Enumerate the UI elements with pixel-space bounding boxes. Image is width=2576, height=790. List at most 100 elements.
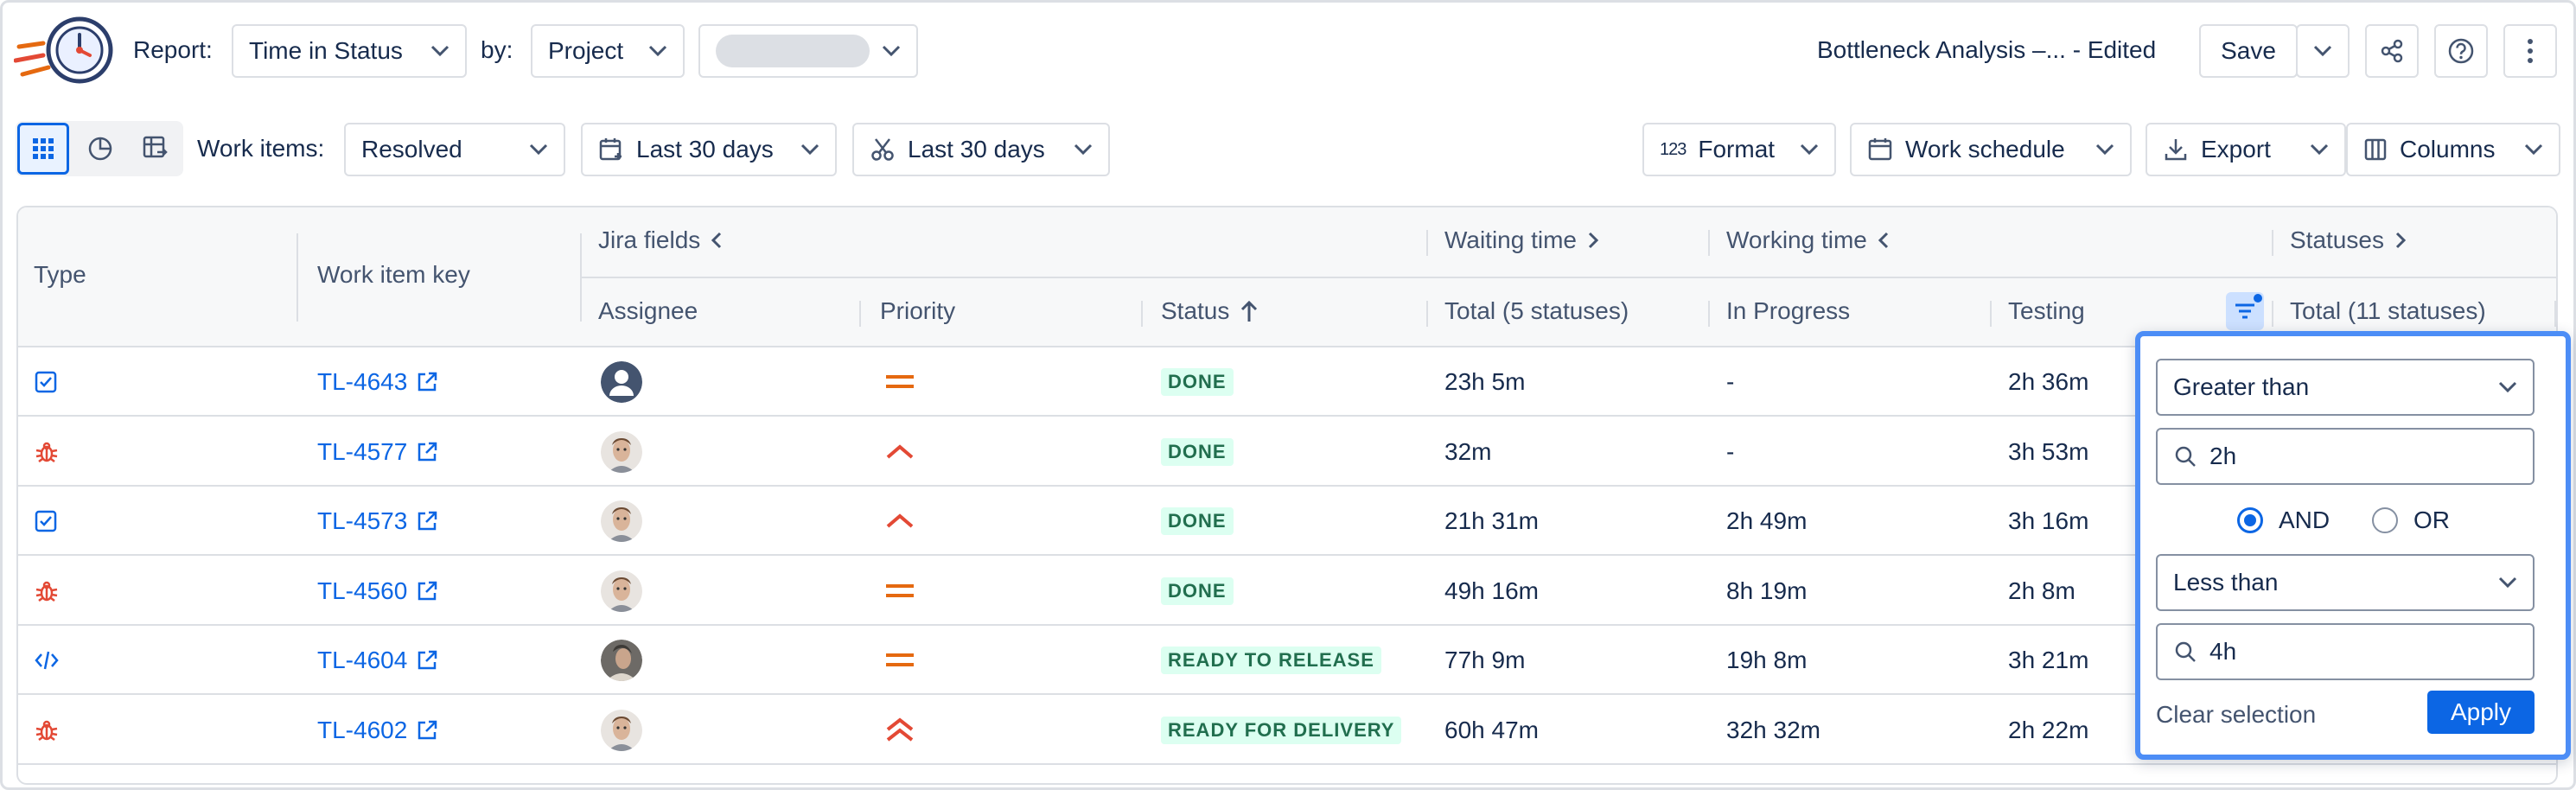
work-items-dropdown[interactable]: Resolved xyxy=(344,123,565,176)
chevron-right-icon xyxy=(1587,231,1599,250)
work-item-key: TL-4643 xyxy=(317,368,408,395)
status-badge: DONE xyxy=(1161,557,1234,626)
value-1-input[interactable]: 2h xyxy=(2156,428,2535,485)
or-radio[interactable]: OR xyxy=(2372,506,2450,534)
download-icon xyxy=(2163,137,2189,162)
bug-icon xyxy=(34,417,60,487)
priority-medium-icon xyxy=(884,557,915,626)
value-2-input[interactable]: 4h xyxy=(2156,623,2535,680)
columns-button[interactable]: Columns xyxy=(2346,123,2560,176)
column-header-key[interactable]: Work item key xyxy=(317,261,470,289)
testing-cell: 3h 53m xyxy=(2008,437,2089,465)
export-button[interactable]: Export xyxy=(2146,123,2346,176)
more-actions-button[interactable] xyxy=(2503,24,2557,78)
column-header-waiting-total[interactable]: Total (5 statuses) xyxy=(1444,297,1629,325)
group-header-working-time[interactable]: Working time xyxy=(1726,226,1890,254)
chevron-down-icon xyxy=(800,143,819,156)
assignee-avatar[interactable] xyxy=(601,347,642,417)
chevron-down-icon xyxy=(648,45,667,57)
bug-icon xyxy=(34,696,60,765)
column-header-label: Total (11 statuses) xyxy=(2290,297,2486,324)
help-button[interactable] xyxy=(2434,24,2488,78)
work-item-key: TL-4577 xyxy=(317,437,408,465)
column-divider xyxy=(2272,230,2273,256)
resolved-date-range-dropdown[interactable]: Last 30 days xyxy=(852,123,1110,176)
active-filter-dot xyxy=(2254,294,2262,303)
sort-ascending-icon xyxy=(1240,299,1259,323)
chevron-down-icon xyxy=(1074,143,1093,156)
assignee-avatar[interactable] xyxy=(601,696,642,765)
column-header-status[interactable]: Status xyxy=(1161,297,1259,325)
save-button[interactable]: Save xyxy=(2199,24,2298,78)
priority-high-icon xyxy=(884,417,915,487)
format-button[interactable]: 123 Format xyxy=(1642,123,1836,176)
work-item-key-link[interactable]: TL-4577 xyxy=(317,417,438,487)
grid-icon xyxy=(31,137,55,161)
created-date-range-dropdown[interactable]: Last 30 days xyxy=(581,123,837,176)
column-header-in-progress[interactable]: In Progress xyxy=(1726,297,1850,325)
search-icon xyxy=(2173,640,2197,664)
column-header-statuses-total[interactable]: Total (11 statuses) xyxy=(2290,297,2486,325)
work-item-key-link[interactable]: TL-4560 xyxy=(317,557,438,626)
pivot-view-button[interactable] xyxy=(130,123,182,175)
avatar xyxy=(601,709,642,751)
assignee-avatar[interactable] xyxy=(601,626,642,695)
condition-1-select[interactable]: Greater than xyxy=(2156,359,2535,416)
group-header-jira-fields[interactable]: Jira fields xyxy=(598,226,723,254)
share-button[interactable] xyxy=(2365,24,2419,78)
resolved-range-value: Last 30 days xyxy=(908,136,1045,162)
save-label: Save xyxy=(2221,37,2276,64)
assignee-avatar[interactable] xyxy=(601,487,642,556)
group-header-waiting-time[interactable]: Waiting time xyxy=(1444,226,1599,254)
and-radio[interactable]: AND xyxy=(2237,506,2330,534)
testing-cell: 2h 8m xyxy=(2008,577,2075,604)
assignee-avatar[interactable] xyxy=(601,417,642,487)
chevron-down-icon xyxy=(2313,45,2332,57)
chart-view-button[interactable] xyxy=(74,123,126,175)
avatar xyxy=(601,570,642,612)
assignee-avatar[interactable] xyxy=(601,557,642,626)
column-header-label: In Progress xyxy=(1726,297,1851,324)
column-header-priority[interactable]: Priority xyxy=(880,297,955,325)
status-badge: DONE xyxy=(1161,347,1234,417)
column-filter-button[interactable] xyxy=(2226,292,2264,330)
work-schedule-button[interactable]: Work schedule xyxy=(1850,123,2132,176)
column-header-assignee[interactable]: Assignee xyxy=(598,297,698,325)
work-items-label: Work items: xyxy=(197,135,325,162)
group-by-dropdown[interactable]: Project xyxy=(531,24,685,78)
work-item-key-link[interactable]: TL-4643 xyxy=(317,347,438,417)
waiting-total-cell: 77h 9m xyxy=(1444,647,1526,673)
column-divider xyxy=(1426,301,1428,327)
pie-chart-icon xyxy=(87,136,113,162)
condition-1-value: Greater than xyxy=(2173,373,2310,400)
value-1-text: 2h xyxy=(2209,443,2237,469)
report-type-dropdown[interactable]: Time in Status xyxy=(232,24,467,78)
column-filter-popup: Greater than 2h AND OR Less than 4h Clea… xyxy=(2135,331,2571,760)
column-header-label: Priority xyxy=(880,297,956,324)
chevron-down-icon xyxy=(529,143,548,156)
in-progress-cell: 19h 8m xyxy=(1726,647,1808,673)
chevron-left-icon xyxy=(1878,231,1890,250)
group-header-statuses[interactable]: Statuses xyxy=(2290,226,2407,254)
apply-button[interactable]: Apply xyxy=(2427,691,2535,734)
condition-2-select[interactable]: Less than xyxy=(2156,554,2535,611)
export-label: Export xyxy=(2201,136,2271,162)
save-options-button[interactable] xyxy=(2296,24,2350,78)
work-item-key-link[interactable]: TL-4573 xyxy=(317,487,438,556)
column-divider xyxy=(1141,301,1143,327)
work-item-key-link[interactable]: TL-4604 xyxy=(317,626,438,695)
avatar xyxy=(601,640,642,681)
external-link-icon xyxy=(416,649,438,672)
calendar-icon xyxy=(1867,137,1893,162)
project-dropdown[interactable] xyxy=(698,24,918,78)
column-header-testing[interactable]: Testing xyxy=(2008,297,2085,325)
waiting-total-cell: 23h 5m xyxy=(1444,368,1526,395)
column-header-type[interactable]: Type xyxy=(34,261,86,289)
waiting-total-cell: 21h 31m xyxy=(1444,507,1539,534)
testing-cell: 2h 36m xyxy=(2008,368,2089,395)
clear-selection-link[interactable]: Clear selection xyxy=(2156,701,2316,729)
work-item-key-link[interactable]: TL-4602 xyxy=(317,696,438,765)
status-lozenge: DONE xyxy=(1161,507,1234,535)
column-divider xyxy=(1708,230,1710,256)
grid-view-button[interactable] xyxy=(17,123,69,175)
